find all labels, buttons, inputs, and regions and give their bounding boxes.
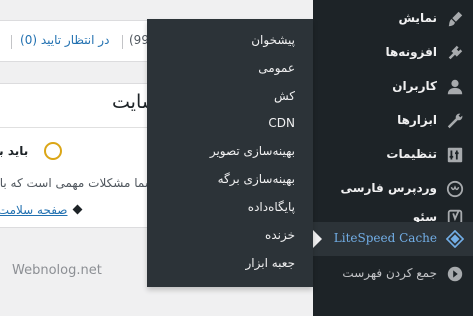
settings-icon (446, 146, 464, 164)
submenu-item-image-optimization[interactable]: بهینه‌سازی تصویر (210, 144, 295, 158)
sidebar-item-users[interactable]: کاربران (313, 70, 473, 104)
watermark: Webnolog.net (12, 263, 102, 278)
submenu-item-crawler[interactable]: خزنده (265, 228, 295, 242)
sidebar-item-label: نمایش (398, 11, 437, 25)
admin-sidebar: نمایش افزونه‌ها کاربران ابزارها تنظیمات … (313, 0, 473, 316)
submenu-item-toolbox[interactable]: جعبه ابزار (246, 256, 296, 270)
sidebar-item-label: جمع کردن فهرست (342, 266, 437, 280)
sidebar-item-label: وردپرس فارسی (340, 181, 437, 195)
collapse-icon (446, 265, 464, 283)
sidebar-item-appearance[interactable]: نمایش (313, 2, 473, 36)
sidebar-item-label: LiteSpeed Cache (333, 231, 437, 245)
bullet-icon (72, 204, 83, 215)
sidebar-item-wp-farsi[interactable]: وردپرس فارسی (313, 172, 473, 206)
submenu-item-general[interactable]: عمومی (258, 61, 295, 75)
sidebar-item-settings[interactable]: تنظیمات (313, 138, 473, 172)
users-icon (446, 78, 464, 96)
count-text: (99 (129, 33, 149, 47)
submenu-item-cache[interactable]: کش (274, 89, 295, 103)
divider (11, 35, 12, 49)
sidebar-item-litespeed-cache[interactable]: LiteSpeed Cache (313, 222, 473, 256)
health-status-ring-icon (44, 142, 62, 160)
litespeed-icon (446, 230, 464, 248)
sidebar-item-tools[interactable]: ابزارها (313, 104, 473, 138)
submenu-item-database[interactable]: پایگاه‌داده (248, 200, 295, 214)
submenu-item-cdn[interactable]: CDN (268, 116, 295, 130)
sidebar-item-label: کاربران (392, 79, 437, 93)
paintbrush-icon (446, 10, 464, 28)
sidebar-item-plugins[interactable]: افزونه‌ها (313, 36, 473, 70)
current-menu-pointer (313, 230, 322, 248)
submenu-item-page-optimization[interactable]: بهینه‌سازی برگه (218, 172, 295, 186)
tools-icon (446, 112, 464, 130)
plugins-icon (446, 44, 464, 62)
wp-farsi-icon (446, 180, 464, 198)
divider (122, 35, 123, 49)
litespeed-submenu-flyout: پیشخوان عمومی کش CDN بهینه‌سازی تصویر به… (147, 19, 313, 287)
submenu-item-dashboard[interactable]: پیشخوان (251, 33, 295, 47)
pending-filter-link[interactable]: در انتظار تایید (0) (20, 33, 109, 47)
sidebar-item-label: افزونه‌ها (385, 45, 437, 59)
sidebar-item-label: ابزارها (397, 113, 437, 127)
collapse-menu-button[interactable]: جمع کردن فهرست (313, 257, 473, 291)
health-fix-text: صفحه سلامت سایت در 4 (0, 203, 85, 217)
site-health-page-link[interactable]: صفحه سلامت سایت (0, 203, 67, 217)
sidebar-item-label: تنظیمات (386, 147, 437, 161)
health-status-label: باید بهبود یابد (0, 144, 29, 158)
